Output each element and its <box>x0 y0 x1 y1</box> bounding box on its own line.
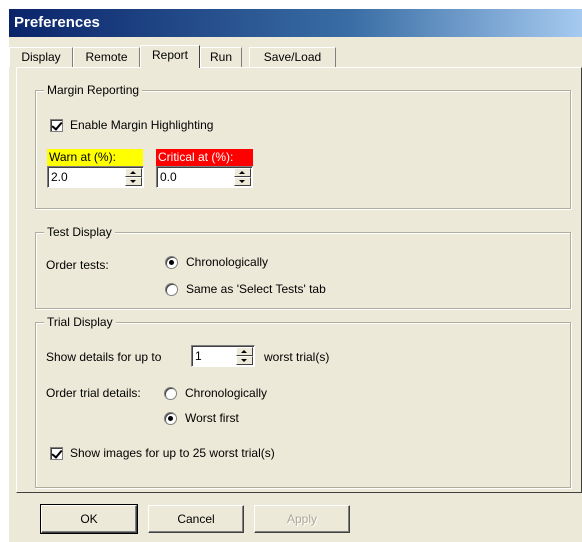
tab-strip: Display Remote Report Run Save/Load <box>9 45 582 68</box>
tab-report[interactable]: Report <box>140 45 200 68</box>
order-tests-same-as-select-radio[interactable] <box>165 283 178 296</box>
enable-margin-highlighting-label: Enable Margin Highlighting <box>70 118 214 132</box>
enable-margin-highlighting-checkbox[interactable] <box>50 119 63 132</box>
order-trial-chronologically-radio[interactable] <box>164 387 177 400</box>
order-tests-chronologically-radio[interactable] <box>165 256 178 269</box>
order-trial-details-label: Order trial details: <box>46 386 141 400</box>
show-details-prefix-label: Show details for up to <box>46 350 162 364</box>
margin-reporting-group: Margin Reporting Enable Margin Highlight… <box>35 83 571 209</box>
warn-at-spinner <box>47 166 144 188</box>
warn-at-label: Warn at (%): <box>47 149 143 166</box>
tab-save-load-label: Save/Load <box>263 50 322 64</box>
order-tests-chronologically-label: Chronologically <box>186 255 269 269</box>
show-details-spin-buttons <box>236 347 253 365</box>
order-trial-worst-first-radio[interactable] <box>164 412 177 425</box>
show-details-spinner <box>191 345 255 367</box>
show-images-checkbox[interactable] <box>50 447 63 460</box>
order-trial-chronologically-label: Chronologically <box>185 386 268 400</box>
tab-display[interactable]: Display <box>9 47 73 67</box>
trial-display-group: Trial Display Show details for up to wor… <box>35 315 571 488</box>
show-images-label: Show images for up to 25 worst trial(s) <box>70 446 275 460</box>
tab-remote-label: Remote <box>85 50 128 64</box>
tab-display-label: Display <box>21 50 61 64</box>
critical-at-spinner <box>156 166 253 188</box>
apply-button[interactable]: Apply <box>254 505 350 533</box>
show-details-input[interactable] <box>195 348 233 364</box>
test-display-group: Test Display Order tests: Chronologicall… <box>35 225 571 309</box>
show-details-suffix-label: worst trial(s) <box>264 350 330 364</box>
show-details-up-arrow-icon[interactable] <box>236 347 253 356</box>
tab-save-load[interactable]: Save/Load <box>249 47 336 67</box>
critical-at-label: Critical at (%): <box>156 149 253 166</box>
critical-at-spin-buttons <box>234 168 251 186</box>
critical-at-up-arrow-icon[interactable] <box>234 168 251 177</box>
tab-run[interactable]: Run <box>200 47 242 67</box>
ok-button[interactable]: OK <box>40 504 138 534</box>
tab-report-label: Report <box>151 48 189 62</box>
order-tests-same-as-select-label: Same as 'Select Tests' tab <box>186 282 326 296</box>
critical-at-down-arrow-icon[interactable] <box>234 177 251 186</box>
tab-remote[interactable]: Remote <box>73 47 140 67</box>
warn-at-spin-buttons <box>125 168 142 186</box>
warn-at-down-arrow-icon[interactable] <box>125 177 142 186</box>
test-display-legend: Test Display <box>44 225 115 239</box>
show-details-down-arrow-icon[interactable] <box>236 356 253 365</box>
order-tests-label: Order tests: <box>46 258 109 272</box>
window-title: Preferences <box>14 14 100 31</box>
window-title-bar: Preferences <box>9 9 582 37</box>
order-trial-worst-first-label: Worst first <box>185 411 239 425</box>
preferences-dialog: Display Remote Report Run Save/Load Marg… <box>9 37 582 542</box>
tab-run-label: Run <box>209 50 232 64</box>
cancel-button[interactable]: Cancel <box>148 505 244 533</box>
report-tab-panel: Margin Reporting Enable Margin Highlight… <box>16 67 582 493</box>
warn-at-up-arrow-icon[interactable] <box>125 168 142 177</box>
warn-at-input[interactable] <box>51 169 108 185</box>
critical-at-input[interactable] <box>160 169 217 185</box>
margin-reporting-legend: Margin Reporting <box>44 83 143 97</box>
trial-display-legend: Trial Display <box>44 315 116 329</box>
